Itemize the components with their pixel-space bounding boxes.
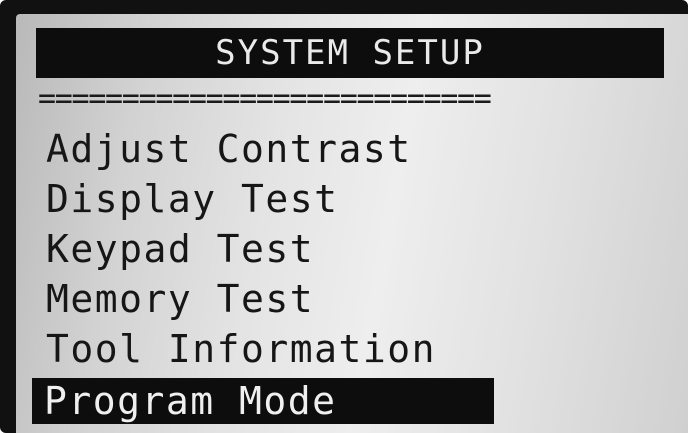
lcd-screen: SYSTEM SETUP ===========================…: [16, 14, 688, 433]
menu-item-label: Display Test: [46, 177, 339, 221]
menu-item-label: Adjust Contrast: [46, 127, 412, 171]
menu-item-tool-information[interactable]: Tool Information: [34, 326, 446, 372]
menu-item-program-mode[interactable]: Program Mode: [32, 378, 494, 424]
page-title: SYSTEM SETUP: [215, 33, 485, 73]
menu-item-label: Memory Test: [46, 277, 315, 321]
menu-item-label: Keypad Test: [46, 227, 315, 271]
menu-item-memory-test[interactable]: Memory Test: [34, 276, 324, 322]
title-bar: SYSTEM SETUP: [36, 28, 664, 78]
title-separator: ===========================: [38, 84, 492, 114]
menu-item-adjust-contrast[interactable]: Adjust Contrast: [34, 126, 422, 172]
menu-item-display-test[interactable]: Display Test: [34, 176, 349, 222]
menu-item-keypad-test[interactable]: Keypad Test: [34, 226, 324, 272]
menu-item-label: Tool Information: [46, 327, 437, 371]
device-bezel: SYSTEM SETUP ===========================…: [0, 0, 688, 433]
menu-item-label: Program Mode: [44, 379, 337, 423]
